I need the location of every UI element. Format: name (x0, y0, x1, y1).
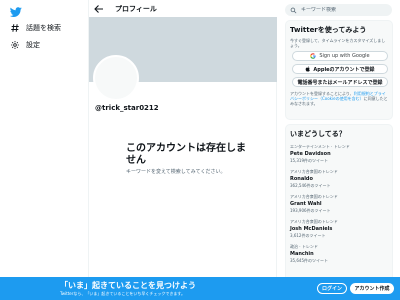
apple-signup-button[interactable]: Appleのアカウントで登録 (292, 64, 388, 74)
profile-header: プロフィール (89, 0, 278, 17)
nav-item-label: 設定 (26, 41, 40, 49)
trend-item[interactable]: アメリカ合衆国のトレンド Grant Wahl 193,906件のツイート (290, 194, 388, 214)
trend-name: Manchin (290, 251, 314, 257)
trend-item[interactable]: 政治 · トレンド Manchin 35,645件のツイート (290, 244, 388, 264)
search-input[interactable] (301, 7, 386, 13)
login-prompt-bar: 「いま」起きていることを見つけよう Twitterなら、「いま」起きていることを… (0, 277, 400, 300)
trend-context: エンターテインメント · トレンド (290, 144, 350, 149)
profile-column: プロフィール @trick_star0212 このアカウントは存在しません キー… (88, 0, 278, 300)
trend-count: 193,906件のツイート (290, 208, 331, 213)
phone-email-signup-button[interactable]: 電話番号またはメールアドレスで登録 (292, 77, 388, 87)
nav-item-explore[interactable]: 話題を検索 (10, 22, 61, 34)
trend-context: 政治 · トレンド (290, 244, 318, 249)
google-signup-button[interactable]: Sign up with Google (292, 51, 388, 61)
twitter-bird-icon[interactable] (10, 6, 22, 18)
trend-context: アメリカ合衆国のトレンド (290, 169, 338, 174)
trend-name: Pete Davidson (290, 151, 331, 157)
apple-signup-label: Appleのアカウントで登録 (313, 66, 375, 73)
trend-count: 3,612件のツイート (290, 233, 326, 238)
trend-item[interactable]: アメリカ合衆国のトレンド Ronaldo 362,546件のツイート (290, 169, 388, 189)
trend-name: Grant Wahl (290, 201, 322, 207)
search-box[interactable] (285, 4, 392, 16)
trend-item[interactable]: エンターテインメント · トレンド Pete Davidson 15,319件の… (290, 144, 388, 164)
signup-button[interactable]: アカウント作成 (350, 283, 394, 294)
signup-description: 今すぐ登録して、タイムラインをカスタマイズしましょう。 (290, 38, 386, 48)
trends-title: いまどうしてる？ (290, 130, 346, 138)
phone-email-signup-label: 電話番号またはメールアドレスで登録 (297, 79, 383, 86)
trend-name: Josh McDaniels (290, 226, 333, 232)
nav-item-settings[interactable]: 設定 (10, 39, 40, 51)
signup-terms: アカウントを登録することにより、利用規約とプライバシーポリシー（Cookieの使… (290, 91, 388, 106)
signup-card: Twitterを使ってみよう 今すぐ登録して、タイムラインをカスタマイズしましょ… (285, 20, 393, 120)
left-nav: 話題を検索 設定 (0, 0, 88, 300)
trend-name: Ronaldo (290, 176, 313, 182)
trend-item[interactable]: アメリカ合衆国のトレンド Josh McDaniels 3,612件のツイート (290, 219, 388, 239)
account-not-exist-subtitle: キーワードを変えて検索してみてください。 (126, 169, 226, 175)
google-icon (310, 53, 316, 59)
apple-icon (306, 66, 311, 72)
back-arrow-icon[interactable] (93, 3, 105, 15)
gear-icon (11, 41, 19, 49)
right-sidebar: Twitterを使ってみよう 今すぐ登録して、タイムラインをカスタマイズしましょ… (285, 0, 400, 300)
trend-context: アメリカ合衆国のトレンド (290, 219, 338, 224)
profile-handle: @trick_star0212 (95, 104, 159, 112)
nav-item-label: 話題を検索 (26, 24, 61, 32)
account-not-exist-title: このアカウントは存在しません (126, 143, 246, 166)
search-icon (290, 7, 297, 13)
login-prompt-title: 「いま」起きていることを見つけよう (60, 281, 196, 290)
avatar (93, 55, 139, 101)
trend-count: 362,546件のツイート (290, 183, 331, 188)
trend-context: アメリカ合衆国のトレンド (290, 194, 338, 199)
page-title: プロフィール (115, 4, 157, 13)
signup-title: Twitterを使ってみよう (290, 26, 367, 34)
login-prompt-subtitle: Twitterなら、「いま」起きていることをいち早くチェックできます。 (60, 291, 186, 296)
login-button[interactable]: ログイン (317, 283, 347, 294)
trends-card: いまどうしてる？ エンターテインメント · トレンド Pete Davidson… (285, 124, 393, 284)
trend-count: 15,319件のツイート (290, 158, 328, 163)
hashtag-icon (11, 24, 19, 32)
trend-count: 35,645件のツイート (290, 258, 328, 263)
google-signup-label: Sign up with Google (319, 53, 370, 59)
